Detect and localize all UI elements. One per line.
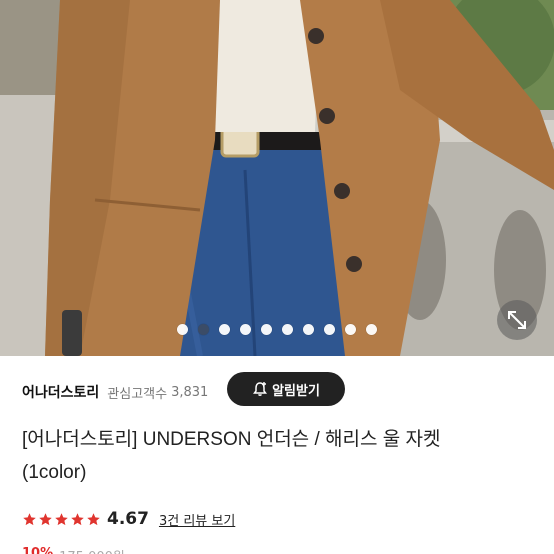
expand-image-button[interactable] (497, 300, 537, 340)
star-icon (87, 512, 100, 525)
carousel-dot[interactable] (177, 324, 188, 335)
carousel-dot[interactable] (366, 324, 377, 335)
carousel-dot[interactable] (324, 324, 335, 335)
store-name[interactable]: 어나더스토리 (22, 382, 99, 402)
follower-count: 3,831 (171, 384, 209, 400)
follower-label: 관심고객수 (107, 386, 168, 402)
carousel-dot[interactable] (219, 324, 230, 335)
product-photo (0, 0, 554, 356)
product-detail-page: 어나더스토리 관심고객수 3,831 알림받기 [어나더스토리] UNDERSO… (0, 0, 554, 554)
rating-stars (22, 512, 101, 527)
carousel-dot[interactable] (240, 324, 251, 335)
carousel-dot[interactable] (282, 324, 293, 335)
review-link[interactable]: 3건 리뷰 보기 (159, 510, 235, 529)
carousel-dot[interactable] (303, 324, 314, 335)
rating-row: 4.67 3건 리뷰 보기 (22, 506, 235, 532)
store-info-row: 어나더스토리 관심고객수 3,831 알림받기 (22, 372, 538, 412)
expand-icon (508, 311, 526, 329)
discount-rate: 10% (22, 546, 54, 554)
original-price: 175,000원 (59, 546, 125, 554)
carousel-dot[interactable] (261, 324, 272, 335)
price-row: 10% 175,000원 (22, 546, 125, 554)
alarm-button-label: 알림받기 (272, 383, 320, 399)
carousel-dot[interactable] (198, 324, 209, 335)
alarm-subscribe-button[interactable]: 알림받기 (227, 372, 345, 406)
bell-plus-icon (253, 382, 268, 396)
product-title-line1: [어나더스토리] UNDERSON 언더슨 / 해리스 울 자켓 (22, 429, 441, 450)
carousel-dot[interactable] (345, 324, 356, 335)
carousel-indicator (0, 324, 554, 340)
rating-score: 4.67 (107, 509, 149, 529)
product-title-line2: (1color) (22, 462, 87, 483)
product-image-carousel[interactable] (0, 0, 554, 356)
star-icon (23, 512, 36, 525)
star-icon (55, 512, 68, 525)
star-icon (71, 512, 84, 525)
star-icon (39, 512, 52, 525)
product-title: [어나더스토리] UNDERSON 언더슨 / 해리스 울 자켓 (1color… (22, 423, 522, 489)
